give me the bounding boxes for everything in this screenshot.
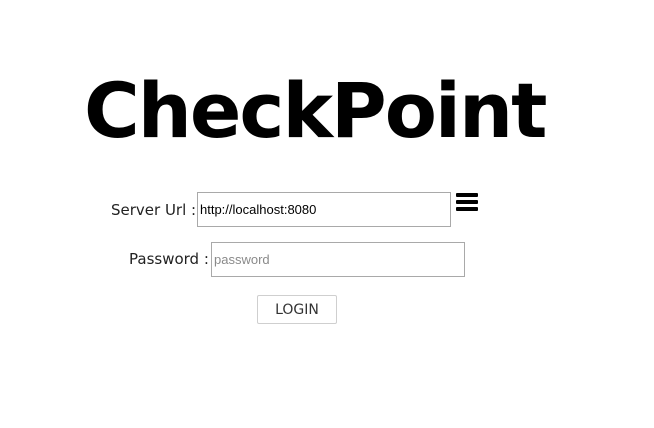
password-input[interactable] — [211, 242, 465, 277]
menu-icon[interactable] — [456, 193, 478, 211]
menu-icon-bar — [456, 193, 478, 197]
menu-icon-bar — [456, 200, 478, 204]
menu-icon-bar — [456, 207, 478, 211]
app-title: CheckPoint — [84, 66, 547, 155]
login-button[interactable]: LOGIN — [257, 295, 337, 324]
server-url-input[interactable] — [197, 192, 451, 227]
server-url-label: Server Url : — [111, 201, 197, 219]
login-page: CheckPoint Server Url : Password : LOGIN — [0, 0, 654, 428]
password-label: Password : — [129, 250, 209, 268]
